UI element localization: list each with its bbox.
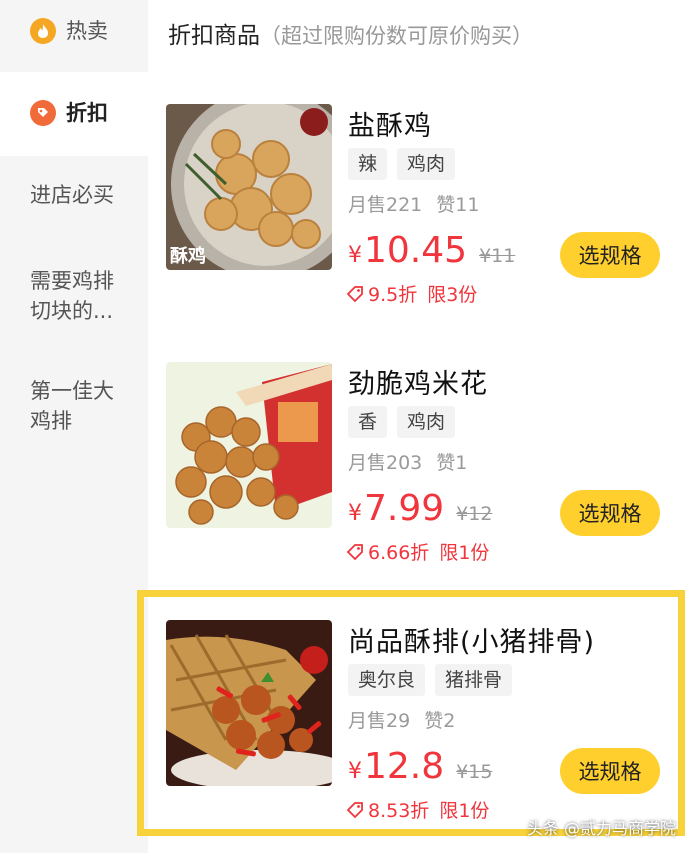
purchase-limit: 限3份 [427, 284, 478, 306]
sidebar-item-cutlet-cut[interactable]: 需要鸡排 切块的... [0, 266, 148, 326]
price-tag-icon [346, 543, 363, 560]
product-tag: 鸡肉 [397, 406, 456, 438]
price-row: ¥ 10.45 ¥11 [348, 230, 515, 271]
product-tags: 辣 鸡肉 [348, 148, 456, 180]
section-title: 折扣商品（超过限购份数可原价购买） [168, 16, 533, 50]
original-price: ¥11 [479, 245, 516, 267]
sidebar-item-label: 进店必买 [30, 183, 114, 207]
sidebar-item-label: 第一佳大 [30, 379, 114, 403]
product-card-salt-crispy-chicken[interactable]: 酥鸡 盐酥鸡 辣 鸡肉 月售221 赞11 ¥ 10.45 ¥11 9.5折 限3份… [150, 104, 690, 362]
section-note: （超过限购份数可原价购买） [260, 24, 533, 48]
product-image[interactable] [166, 362, 332, 528]
sidebar-item-big-cutlet[interactable]: 第一佳大 鸡排 [0, 376, 148, 436]
currency-symbol: ¥ [348, 501, 362, 526]
fire-icon [30, 18, 56, 44]
product-card-popcorn-chicken[interactable]: 劲脆鸡米花 香 鸡肉 月售203 赞1 ¥ 7.99 ¥12 6.66折 限1份 选… [150, 362, 690, 620]
currency-symbol: ¥ [348, 243, 362, 268]
purchase-limit: 限1份 [439, 542, 490, 564]
likes-count: 赞1 [436, 452, 468, 474]
price-tag-icon [346, 285, 363, 302]
sidebar-item-label: 热卖 [66, 19, 108, 43]
product-tag: 鸡肉 [397, 148, 456, 180]
discount-rate: 6.66折 [368, 542, 430, 564]
discount-rate: 9.5折 [368, 284, 418, 306]
product-tag: 辣 [348, 148, 388, 180]
product-stats: 月售203 赞1 [348, 448, 467, 475]
sidebar-item-label: 鸡排 [30, 409, 72, 433]
watermark: 头条 @贰力马商学院 [526, 819, 676, 838]
sidebar-item-label: 折扣 [66, 101, 108, 125]
category-sidebar: 热卖 折扣 进店必买 需要鸡排 切块的... 第一佳大 鸡排 [0, 0, 148, 853]
sidebar-item-must-buy[interactable]: 进店必买 [0, 180, 148, 210]
promo-info: 9.5折 限3份 [346, 280, 477, 307]
product-tags: 香 鸡肉 [348, 406, 456, 438]
discount-price: 10.45 [364, 230, 468, 271]
product-stats: 月售221 赞11 [348, 190, 479, 217]
section-title-text: 折扣商品 [168, 23, 260, 49]
sidebar-item-label: 切块的... [30, 299, 114, 323]
discount-price: 7.99 [364, 488, 445, 529]
product-name: 盐酥鸡 [348, 111, 432, 142]
promo-info: 6.66折 限1份 [346, 538, 489, 565]
monthly-sales: 月售221 [348, 194, 423, 216]
product-image[interactable]: 酥鸡 [166, 104, 332, 270]
highlight-frame [137, 590, 685, 836]
product-tag: 香 [348, 406, 388, 438]
image-caption: 酥鸡 [170, 246, 206, 267]
sidebar-item-label: 需要鸡排 [30, 269, 114, 293]
select-spec-button[interactable]: 选规格 [560, 490, 660, 536]
sidebar-item-hot[interactable]: 热卖 [0, 0, 148, 72]
discount-icon [30, 100, 56, 126]
monthly-sales: 月售203 [348, 452, 423, 474]
likes-count: 赞11 [436, 194, 480, 216]
original-price: ¥12 [456, 503, 493, 525]
select-spec-button[interactable]: 选规格 [560, 232, 660, 278]
sidebar-item-discount[interactable]: 折扣 [0, 72, 148, 156]
product-name: 劲脆鸡米花 [348, 369, 488, 400]
price-row: ¥ 7.99 ¥12 [348, 488, 492, 529]
